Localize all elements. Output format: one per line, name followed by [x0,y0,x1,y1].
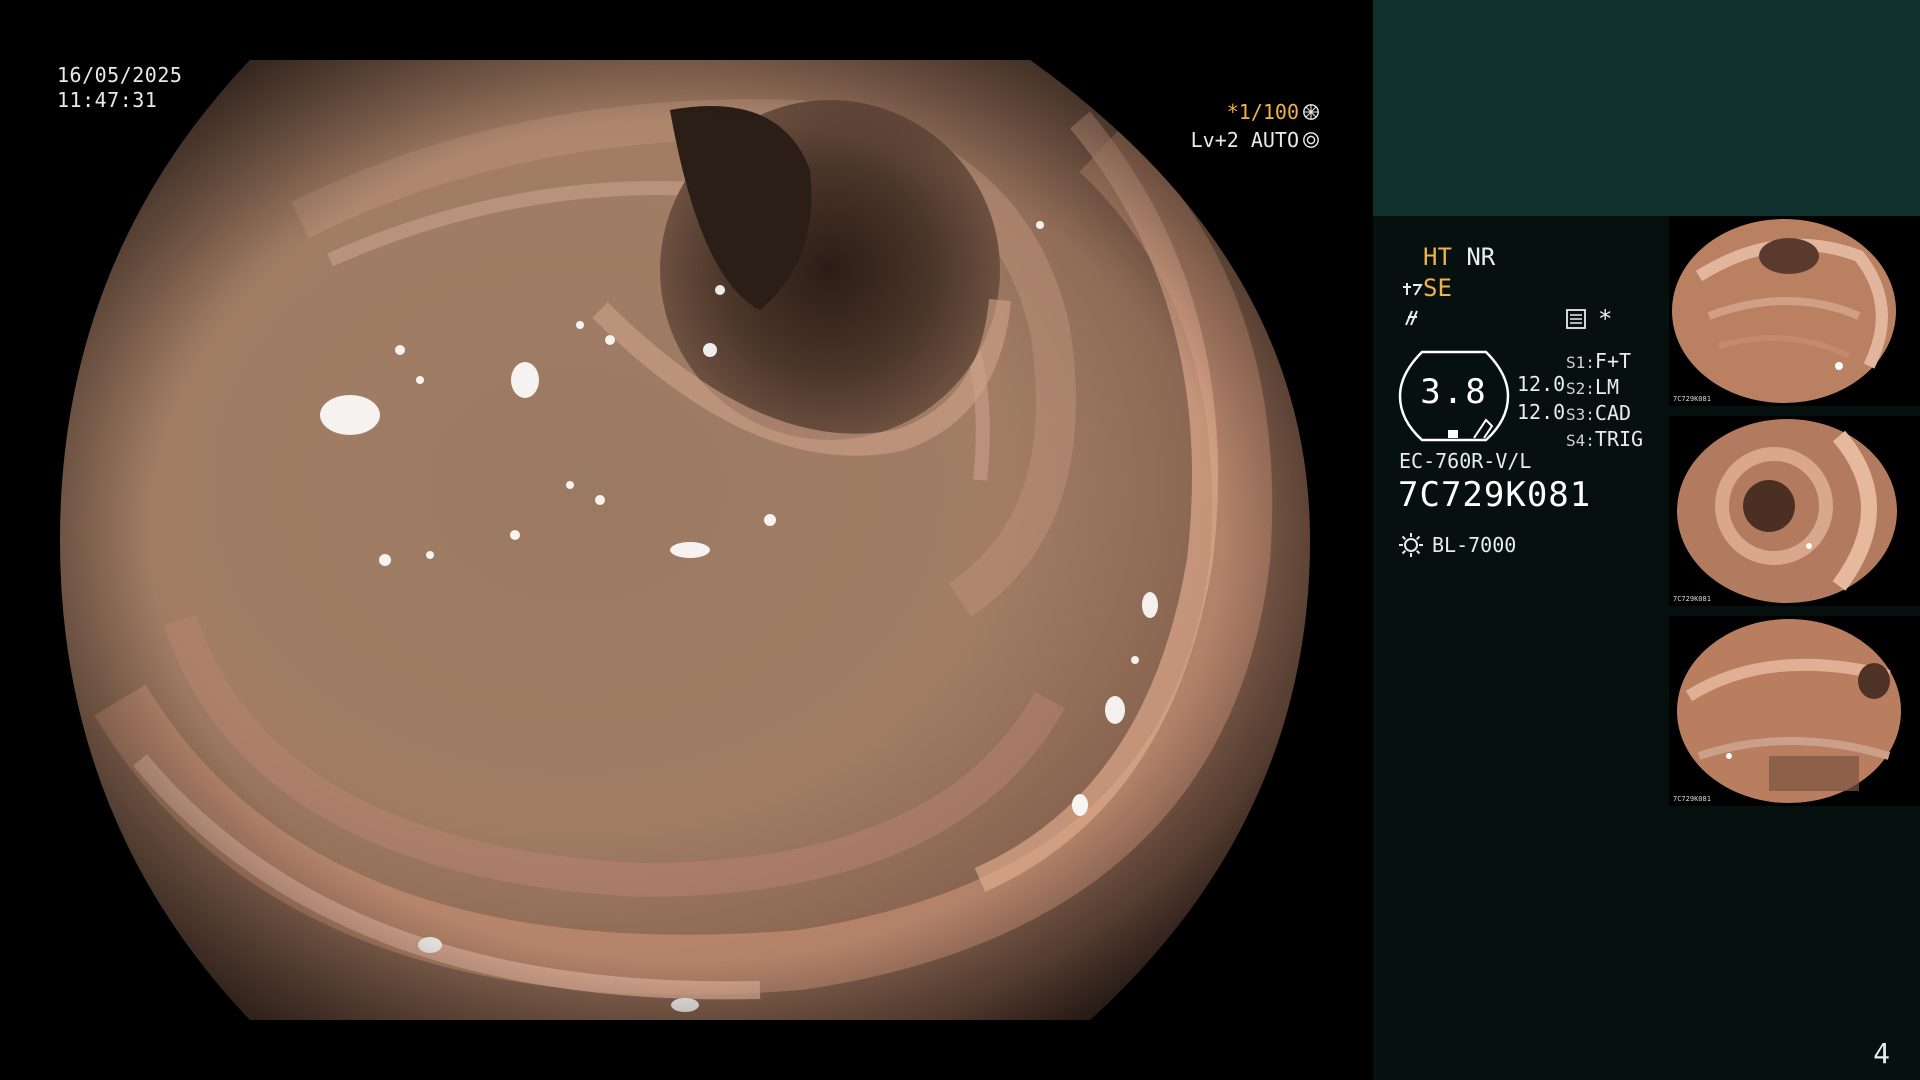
switch-assignments: S1:F+T S2:LM S3:CAD S4:TRIG [1566,349,1643,453]
switch-row: S2:LM [1566,375,1619,399]
gain-top-value: 12.0 [1517,372,1566,396]
light-source-text: BL-7000 [1432,533,1517,557]
auto-iris-icon [1303,132,1319,148]
iris-icon [1303,104,1319,120]
thumbnail-1[interactable]: 7C729K081 [1669,216,1920,406]
datetime-overlay: 16/05/2025 11:47:31 [57,63,182,113]
thumbnail-tag: 7C729K081 [1673,395,1711,403]
se-label: SE [1423,274,1452,302]
scope-serial-text: 7C729K081 [1398,475,1592,515]
date-text: 16/05/2025 [57,63,183,87]
thumbnail-2[interactable]: 7C729K081 [1669,416,1920,606]
panel-header-block [1373,0,1920,216]
gain-bottom-value: 12.0 [1517,400,1566,424]
gain-level-text: Lv+2 AUTO [1190,128,1299,152]
switch-row: S3:CAD [1566,401,1632,425]
endoscope-main-view: 16/05/2025 11:47:31 *1/100 Lv+2 AUTO [0,0,1373,1080]
info-side-panel: HT NR SE * 3.8 12.0 12.0 S1:F+T S2:LM S3… [1373,0,1920,1080]
endoscopy-image [60,60,1310,1020]
thumbnail-3[interactable]: 7C729K081 [1669,616,1920,806]
thumbnail-tag: 7C729K081 [1673,595,1711,603]
switch-row: S1:F+T [1566,349,1632,373]
asterisk-indicator: * [1598,305,1613,333]
color-tone-icon [1405,310,1418,326]
structure-enhance-icon [1403,283,1423,296]
menu-settings-icon [1566,309,1586,329]
time-text: 11:47:31 [57,88,158,112]
scope-model-text: EC-760R-V/L [1399,449,1532,473]
light-source: BL-7000 [1398,532,1516,558]
thumbnail-tag: 7C729K081 [1673,795,1711,803]
nr-label: NR [1466,243,1496,271]
ht-nr-row: HT NR [1423,243,1495,271]
ht-label: HT [1423,243,1452,271]
gauge-value: 3.8 [1420,372,1488,412]
switch-row: S4:TRIG [1566,427,1644,451]
exposure-overlay: *1/100 Lv+2 AUTO [1191,98,1320,154]
page-number: 4 [1873,1037,1890,1070]
captured-thumbnails: 7C729K081 7C729K081 7C729K081 [1669,216,1920,816]
shutter-speed-text: *1/100 [1226,100,1299,124]
lamp-icon [1399,533,1423,557]
